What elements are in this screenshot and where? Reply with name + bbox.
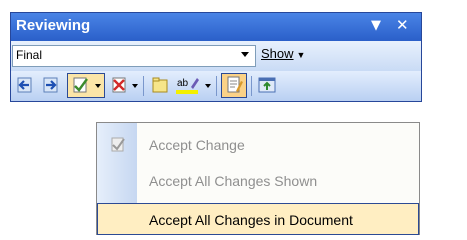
- toolbar-separator: [143, 76, 144, 96]
- chevron-down-icon: [95, 84, 101, 88]
- previous-change-icon[interactable]: [15, 75, 35, 95]
- accept-change-icon: [73, 77, 88, 93]
- new-comment-icon[interactable]: [150, 75, 170, 95]
- toolbar-title-bar[interactable]: Reviewing ▼ ✕: [11, 13, 421, 41]
- show-label: Show: [261, 46, 294, 61]
- svg-text:ab: ab: [177, 78, 189, 89]
- reviewing-pane-icon[interactable]: [257, 75, 277, 95]
- toolbar-row-buttons: ab: [11, 71, 421, 101]
- display-for-review-value: Final: [16, 48, 43, 62]
- menu-item-accept-change[interactable]: Accept Change: [97, 128, 419, 162]
- reviewing-toolbar: Reviewing ▼ ✕ Final Show ▼ ab: [10, 12, 422, 102]
- chevron-down-icon[interactable]: [241, 52, 249, 57]
- highlight-icon[interactable]: ab: [175, 75, 201, 95]
- chevron-down-icon: ▼: [296, 50, 306, 60]
- track-changes-button[interactable]: [221, 73, 247, 98]
- display-for-review-combo[interactable]: Final: [12, 45, 256, 67]
- toolbar-row-display: Final Show ▼: [11, 41, 421, 71]
- chevron-down-icon[interactable]: [132, 84, 138, 88]
- track-changes-icon: [227, 76, 243, 93]
- toolbar-separator: [251, 76, 252, 96]
- reject-change-icon[interactable]: [109, 75, 129, 95]
- close-icon[interactable]: ✕: [396, 16, 409, 34]
- toolbar-separator: [216, 76, 217, 96]
- chevron-down-icon[interactable]: [205, 84, 211, 88]
- accept-change-menu: Accept Change Accept All Changes Shown A…: [96, 122, 420, 235]
- menu-item-accept-all-in-document[interactable]: Accept All Changes in Document: [97, 203, 419, 235]
- show-menu-button[interactable]: Show ▼: [261, 46, 305, 61]
- next-change-icon[interactable]: [41, 75, 61, 95]
- accept-change-button[interactable]: [67, 73, 105, 98]
- menu-item-accept-all-shown[interactable]: Accept All Changes Shown: [97, 164, 419, 198]
- toolbar-options-icon[interactable]: ▼: [371, 18, 381, 33]
- menu-item-label: Accept All Changes Shown: [149, 173, 318, 189]
- accept-change-icon: [111, 137, 125, 152]
- menu-item-label: Accept All Changes in Document: [149, 212, 353, 228]
- menu-item-label: Accept Change: [149, 137, 245, 153]
- toolbar-title: Reviewing: [16, 17, 91, 34]
